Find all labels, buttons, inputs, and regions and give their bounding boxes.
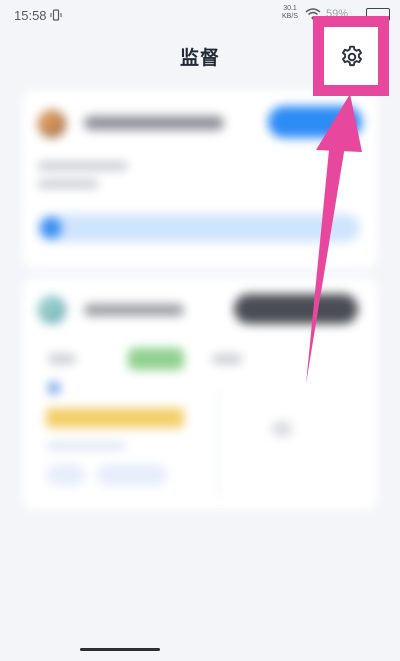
status-time: 15:58 <box>14 8 47 23</box>
tab-placeholder[interactable] <box>212 354 242 364</box>
gear-icon <box>342 45 362 67</box>
avatar <box>38 296 66 324</box>
home-indicator <box>80 648 160 651</box>
network-speed-unit: KB/S <box>282 13 298 20</box>
pill-placeholder[interactable] <box>96 464 168 486</box>
member-card <box>22 278 378 510</box>
settings-highlight-box <box>313 16 389 96</box>
divider <box>218 388 220 498</box>
progress-handle <box>40 217 62 239</box>
network-speed-value: 30.1 <box>283 5 297 12</box>
tab-active-placeholder[interactable] <box>128 348 184 370</box>
network-speed: 30.1 KB/S <box>282 5 298 21</box>
card-action-button[interactable] <box>268 106 362 138</box>
text-placeholder <box>46 442 126 450</box>
text-placeholder <box>272 422 292 436</box>
card-action-button[interactable] <box>234 294 358 324</box>
small-icon <box>48 382 60 394</box>
card-subtext-placeholder <box>38 162 128 170</box>
card-subtext-placeholder <box>38 180 98 188</box>
card-title-placeholder <box>84 304 184 316</box>
tab-placeholder[interactable] <box>48 354 76 364</box>
progress-bar <box>38 214 360 242</box>
highlight-bar <box>46 408 184 428</box>
supervision-card <box>22 90 378 268</box>
pill-placeholder[interactable] <box>46 464 86 486</box>
vibrate-icon <box>50 9 62 21</box>
settings-button[interactable] <box>335 40 369 74</box>
avatar <box>38 110 66 138</box>
blurred-content <box>0 80 400 640</box>
card-title-placeholder <box>84 116 224 130</box>
